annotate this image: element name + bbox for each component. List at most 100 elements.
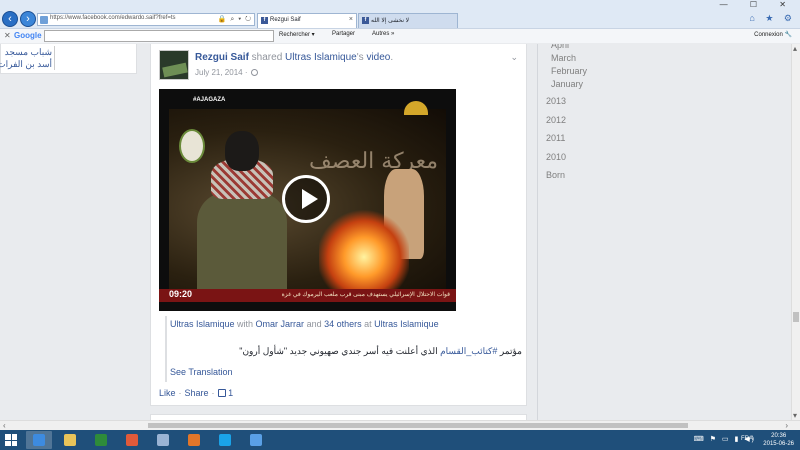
clock-time: 20:36 xyxy=(771,433,787,439)
tag-line: Ultras Islamique with Omar Jarrar and 34… xyxy=(170,319,439,329)
address-bar[interactable]: https://www.facebook.com/edwardo.saif?fr… xyxy=(37,13,255,26)
play-icon[interactable] xyxy=(282,175,330,223)
see-translation-link[interactable]: See Translation xyxy=(170,367,233,377)
toolbar-more-button[interactable]: Autres » xyxy=(372,31,394,37)
scroll-left-icon[interactable]: ‹ xyxy=(3,421,6,430)
tag-page-link[interactable]: Ultras Islamique xyxy=(170,319,235,329)
sidebar-link[interactable]: شباب مسجد xyxy=(5,47,52,58)
app-icon xyxy=(157,434,169,446)
windows-taskbar: ⌨ ⚑ ▭ ▮ ◀) FRA 20:36 2015-06-26 xyxy=(0,430,800,450)
video-link[interactable]: video xyxy=(366,52,390,63)
tab-page-2[interactable]: f لا نخشى إلا الله xyxy=(358,13,458,28)
post-date[interactable]: July 21, 2014 · xyxy=(195,68,259,77)
facebook-icon: f xyxy=(261,17,268,24)
taskbar-firefox-button[interactable] xyxy=(181,431,207,449)
taskbar-ie-button[interactable] xyxy=(26,431,52,449)
figure-body xyxy=(197,193,287,291)
timeline-month-link[interactable]: March xyxy=(551,53,576,63)
page-icon xyxy=(40,16,48,24)
close-tab-icon[interactable]: × xyxy=(349,16,353,23)
at-text: at xyxy=(361,319,375,329)
taskbar-excel-button[interactable] xyxy=(88,431,114,449)
share-button[interactable]: Share xyxy=(185,388,209,398)
scrollbar-thumb[interactable] xyxy=(793,312,799,322)
windows-start-icon[interactable] xyxy=(5,434,17,446)
timeline-year-link[interactable]: 2013 xyxy=(546,96,566,106)
globe-icon xyxy=(251,69,259,76)
clock-date: 2015-06-26 xyxy=(763,441,794,447)
clock[interactable]: 20:36 2015-06-26 xyxy=(763,432,794,448)
video-duration: 09:20 xyxy=(169,289,193,299)
taskbar-skype-button[interactable] xyxy=(212,431,238,449)
timeline-year-link[interactable]: Born xyxy=(546,170,565,180)
toolbar-search-button[interactable]: Rechercher ▾ xyxy=(279,31,315,38)
google-logo: Google xyxy=(14,31,42,40)
google-search-input[interactable] xyxy=(44,30,274,42)
like-button[interactable]: Like xyxy=(159,388,176,398)
author-link[interactable]: Rezgui Saif xyxy=(195,52,249,63)
scroll-right-icon[interactable]: › xyxy=(785,421,788,430)
tag-person-link[interactable]: Omar Jarrar xyxy=(256,319,305,329)
with-text: with xyxy=(234,319,256,329)
source-page-link[interactable]: Ultras Islamique xyxy=(285,52,357,63)
scroll-up-icon[interactable]: ▴ xyxy=(793,44,797,53)
channel-logo: #AJAGAZA xyxy=(193,97,226,103)
toolbar-share-button[interactable]: Partager xyxy=(332,31,355,37)
post-text-suffix: الذي أعلنت فيه أسر جندي صهيوني جديد "شأو… xyxy=(239,346,441,356)
chrome-icon xyxy=(126,434,138,446)
address-bar-icons[interactable]: 🔒 ⌕ ▾ ↻ xyxy=(218,15,252,24)
video-player[interactable]: #AJAGAZA معركة العصف قوات الاحتلال الإسر… xyxy=(159,89,456,311)
thumbs-up-icon xyxy=(217,389,226,397)
tag-others-link[interactable]: 34 others xyxy=(324,319,362,329)
excel-icon xyxy=(95,434,107,446)
hashtag-link[interactable]: #كتائب_القسام xyxy=(440,346,497,356)
timeline-nav: April March February January 2013 2012 2011 201… xyxy=(537,44,717,420)
timeline-month-link[interactable]: April xyxy=(551,44,569,50)
home-favorites-settings-icons[interactable]: ⌂ ★ ⚙ xyxy=(749,13,796,24)
forward-button-icon[interactable]: › xyxy=(20,11,36,27)
post-card: Rezgui Saif shared Ultras Islamique's vi… xyxy=(150,44,527,406)
timeline-month-link[interactable]: January xyxy=(551,79,583,89)
explorer-icon xyxy=(64,434,76,446)
close-icon[interactable]: ✕ xyxy=(4,31,11,40)
chevron-down-icon[interactable]: ⌄ xyxy=(510,52,518,63)
taskbar-explorer-button[interactable] xyxy=(57,431,83,449)
timeline-year-link[interactable]: 2010 xyxy=(546,152,566,162)
post-body-text: مؤتمر #كتائب_القسام الذي أعلنت فيه أسر ج… xyxy=(239,346,522,357)
back-button-icon[interactable]: ‹ xyxy=(2,11,18,27)
video-overlay-title: معركة العصف xyxy=(309,149,439,174)
timeline-year-link[interactable]: 2012 xyxy=(546,115,566,125)
shared-content: Ultras Islamique with Omar Jarrar and 34… xyxy=(165,316,522,382)
messenger-icon xyxy=(250,434,262,446)
separator: · xyxy=(211,388,215,398)
horizontal-scrollbar[interactable]: ‹ › xyxy=(0,420,800,430)
language-indicator[interactable]: FRA xyxy=(741,436,753,442)
taskbar-chrome-button[interactable] xyxy=(119,431,145,449)
avatar[interactable] xyxy=(159,50,189,80)
action-text: shared xyxy=(248,52,286,63)
tab-rezgui-saif[interactable]: f Rezgui Saif × xyxy=(257,13,357,28)
scrollbar-thumb[interactable] xyxy=(148,423,688,428)
sidebar-link[interactable]: أسد بن الفرات xyxy=(0,59,52,70)
taskbar-messenger-button[interactable] xyxy=(243,431,269,449)
tab-label: Rezgui Saif xyxy=(270,17,301,23)
date-text: July 21, 2014 · xyxy=(195,68,248,77)
timeline-year-link[interactable]: 2011 xyxy=(546,133,565,143)
vertical-scrollbar[interactable]: ▴ ▾ xyxy=(791,44,800,420)
ie-icon xyxy=(33,434,45,446)
connexion-button[interactable]: Connexion 🔧 xyxy=(754,31,792,38)
firefox-icon xyxy=(188,434,200,446)
window-controls[interactable]: — ☐ ✕ xyxy=(720,0,796,9)
taskbar-app-button[interactable] xyxy=(150,431,176,449)
tag-place-link[interactable]: Ultras Islamique xyxy=(374,319,439,329)
address-url: https://www.facebook.com/edwardo.saif?fr… xyxy=(50,15,176,21)
masked-figure xyxy=(197,131,287,291)
scroll-down-icon[interactable]: ▾ xyxy=(793,411,797,420)
timeline-month-link[interactable]: February xyxy=(551,66,587,76)
tab-label: لا نخشى إلا الله xyxy=(371,18,410,24)
post-actions: Like · Share · 1 xyxy=(159,388,233,398)
like-count[interactable]: 1 xyxy=(228,388,233,398)
separator: · xyxy=(178,388,182,398)
post-header: Rezgui Saif shared Ultras Islamique's vi… xyxy=(195,52,393,63)
divider xyxy=(54,46,55,70)
